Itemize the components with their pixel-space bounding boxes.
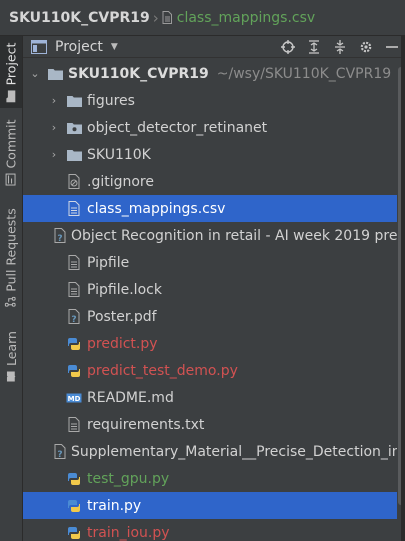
folder-icon xyxy=(66,93,82,109)
svg-text:?: ? xyxy=(57,450,62,459)
tree-item-requirements-txt[interactable]: requirements.txt xyxy=(23,411,397,438)
tree-item-label: object_detector_retinanet xyxy=(87,119,268,136)
project-view-icon xyxy=(31,39,47,54)
tree-root[interactable]: ⌄ SKU110K_CVPR19 ~/wsy/SKU110K_CVPR19 xyxy=(23,60,397,87)
tree-item-gitignore[interactable]: .gitignore xyxy=(23,168,397,195)
panel-toolbar xyxy=(275,36,405,57)
tree-item-label: Pipfile.lock xyxy=(87,281,162,298)
folder-icon xyxy=(66,147,82,163)
tree-item-pipfile-lock[interactable]: Pipfile.lock xyxy=(23,276,397,303)
tree-item-object-detector-retinanet[interactable]: › object_detector_retinanet xyxy=(23,114,397,141)
pull-request-icon xyxy=(4,296,19,307)
tree-item-label: Pipfile xyxy=(87,254,130,271)
python-file-icon xyxy=(66,525,82,541)
tab-learn-label: Learn xyxy=(3,330,19,366)
breadcrumb-root[interactable]: SKU110K_CVPR19 xyxy=(9,10,150,26)
gear-icon[interactable] xyxy=(353,36,379,57)
breadcrumb-file[interactable]: class_mappings.csv xyxy=(177,10,315,26)
commit-icon xyxy=(4,173,19,186)
svg-text:?: ? xyxy=(57,234,62,243)
tool-window-stripe: Project Commit Pull Requests Learn xyxy=(0,36,23,541)
tree-item-test-gpu-py[interactable]: test_gpu.py xyxy=(23,465,397,492)
text-file-icon xyxy=(66,255,82,271)
folder-icon xyxy=(4,89,19,102)
markdown-file-icon: MD xyxy=(66,390,82,406)
python-file-icon xyxy=(66,498,82,514)
tree-item-label: predict_test_demo.py xyxy=(87,362,238,379)
panel-title: Project xyxy=(55,38,103,55)
tree-item-label: figures xyxy=(87,92,135,109)
tree-item-sku110k[interactable]: › SKU110K xyxy=(23,141,397,168)
expand-all-icon[interactable] xyxy=(301,36,327,57)
python-file-icon xyxy=(66,363,82,379)
tree-item-train-py[interactable]: train.py xyxy=(23,492,397,519)
svg-text:?: ? xyxy=(71,315,76,324)
tree-root-path: ~/wsy/SKU110K_CVPR19 xyxy=(216,65,392,82)
tab-learn[interactable]: Learn xyxy=(0,326,22,386)
tree-item-predict-py[interactable]: predict.py xyxy=(23,330,397,357)
chevron-down-icon: ▼ xyxy=(110,41,118,52)
tree-item-class-mappings-csv[interactable]: class_mappings.csv xyxy=(23,195,397,222)
tab-project[interactable]: Project xyxy=(0,36,22,108)
tab-commit-label: Commit xyxy=(3,118,19,169)
tree-item-label: test_gpu.py xyxy=(87,470,170,487)
tree-item-label: SKU110K xyxy=(87,146,151,163)
tree-item-label: requirements.txt xyxy=(87,416,205,433)
unknown-file-icon: ? xyxy=(54,444,66,460)
tree-item-train-iou-py[interactable]: train_iou.py xyxy=(23,519,397,541)
tree-item-label: train_iou.py xyxy=(87,524,170,541)
tree-item-label: README.md xyxy=(87,389,174,406)
tab-pull-requests-label: Pull Requests xyxy=(3,207,19,292)
tab-project-label: Project xyxy=(3,42,19,85)
file-icon xyxy=(162,11,172,24)
tree-item-label: Object Recognition in retail - AI week 2… xyxy=(71,227,397,244)
tree-item-label: predict.py xyxy=(87,335,158,352)
unknown-file-icon: ? xyxy=(66,309,82,325)
panel-divider xyxy=(401,36,405,541)
tree-item-supplementary-material-pdf[interactable]: ? Supplementary_Material__Precise_Detect… xyxy=(23,438,397,465)
package-folder-icon xyxy=(66,120,82,136)
tree-item-poster-pdf[interactable]: ? Poster.pdf xyxy=(23,303,397,330)
project-view-selector[interactable]: Project ▼ xyxy=(55,39,118,55)
tree-item-label: Supplementary_Material__Precise_Detectio… xyxy=(71,443,397,460)
tree-item-label: Poster.pdf xyxy=(87,308,157,325)
crosshair-icon[interactable] xyxy=(275,36,301,57)
tree-item-predict-test-demo-py[interactable]: predict_test_demo.py xyxy=(23,357,397,384)
python-file-icon xyxy=(66,471,82,487)
text-file-icon xyxy=(66,201,82,217)
ignore-file-icon xyxy=(66,174,82,190)
text-file-icon xyxy=(66,417,82,433)
tree-item-label: class_mappings.csv xyxy=(87,200,226,217)
chevron-right-icon[interactable]: › xyxy=(48,148,60,161)
chevron-right-icon[interactable]: › xyxy=(48,121,60,134)
tree-item-label: train.py xyxy=(87,497,142,514)
python-file-icon xyxy=(66,336,82,352)
tree-item-pipfile[interactable]: Pipfile xyxy=(23,249,397,276)
project-panel-header: Project ▼ xyxy=(23,36,405,58)
svg-text:MD: MD xyxy=(68,395,81,403)
collapse-all-icon[interactable] xyxy=(327,36,353,57)
tree-root-label: SKU110K_CVPR19 xyxy=(68,65,209,82)
learn-icon xyxy=(4,370,19,381)
tree-item-figures[interactable]: › figures xyxy=(23,87,397,114)
tab-commit[interactable]: Commit xyxy=(0,118,22,186)
tab-pull-requests[interactable]: Pull Requests xyxy=(0,202,22,312)
tree-item-label: .gitignore xyxy=(87,173,154,190)
chevron-right-icon[interactable]: › xyxy=(48,94,60,107)
chevron-down-icon[interactable]: ⌄ xyxy=(29,67,41,80)
text-file-icon xyxy=(66,282,82,298)
folder-icon xyxy=(47,66,63,82)
project-tree: ⌄ SKU110K_CVPR19 ~/wsy/SKU110K_CVPR19 › … xyxy=(23,59,397,541)
tree-item-object-recognition-pdf[interactable]: ? Object Recognition in retail - AI week… xyxy=(23,222,397,249)
tree-item-readme-md[interactable]: MD README.md xyxy=(23,384,397,411)
unknown-file-icon: ? xyxy=(54,228,66,244)
breadcrumb: SKU110K_CVPR19 › class_mappings.csv xyxy=(0,0,405,36)
breadcrumb-separator-icon: › xyxy=(152,8,159,27)
